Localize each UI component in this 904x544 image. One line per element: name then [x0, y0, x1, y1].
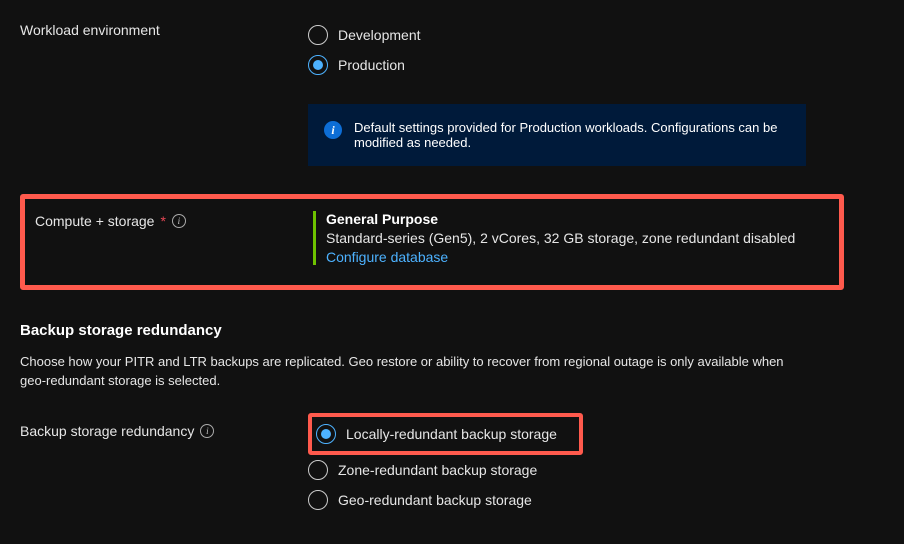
radio-circle-icon [316, 424, 336, 444]
backup-label-text: Backup storage redundancy [20, 423, 194, 439]
compute-block: General Purpose Standard-series (Gen5), … [313, 211, 799, 265]
workload-production-label: Production [338, 57, 405, 73]
workload-info-banner: i Default settings provided for Producti… [308, 104, 806, 166]
radio-circle-icon [308, 490, 328, 510]
backup-redundancy-row: Backup storage redundancy i Locally-redu… [20, 413, 904, 515]
radio-dot-icon [313, 60, 323, 70]
workload-production-radio[interactable]: Production [308, 50, 874, 80]
backup-label: Backup storage redundancy i [20, 413, 308, 439]
workload-environment-row: Workload environment Development Product… [20, 20, 904, 166]
backup-description: Choose how your PITR and LTR backups are… [20, 353, 800, 391]
compute-label-text: Compute + storage [35, 213, 154, 229]
compute-storage-highlight: Compute + storage * i General Purpose St… [20, 194, 844, 290]
workload-label: Workload environment [20, 20, 308, 38]
workload-development-radio[interactable]: Development [308, 20, 874, 50]
compute-detail: Standard-series (Gen5), 2 vCores, 32 GB … [326, 230, 799, 246]
info-icon: i [324, 121, 342, 139]
radio-dot-icon [321, 429, 331, 439]
backup-geo-label: Geo-redundant backup storage [338, 492, 532, 508]
configure-database-link[interactable]: Configure database [326, 249, 799, 265]
compute-label: Compute + storage * i [25, 211, 313, 229]
backup-geo-radio[interactable]: Geo-redundant backup storage [308, 485, 904, 515]
compute-storage-row: Compute + storage * i General Purpose St… [25, 211, 829, 265]
info-icon[interactable]: i [172, 214, 186, 228]
workload-development-label: Development [338, 27, 421, 43]
radio-circle-icon [308, 55, 328, 75]
backup-local-highlight: Locally-redundant backup storage [308, 413, 583, 455]
backup-section-title: Backup storage redundancy [20, 322, 904, 339]
radio-circle-icon [308, 460, 328, 480]
backup-local-radio[interactable]: Locally-redundant backup storage [316, 419, 557, 449]
backup-zone-radio[interactable]: Zone-redundant backup storage [308, 455, 904, 485]
info-icon[interactable]: i [200, 424, 214, 438]
workload-options: Development Production i Default setting… [308, 20, 904, 166]
backup-options: Locally-redundant backup storage Zone-re… [308, 413, 904, 515]
banner-text: Default settings provided for Production… [354, 120, 790, 150]
required-asterisk: * [160, 213, 165, 229]
compute-content: General Purpose Standard-series (Gen5), … [313, 211, 829, 265]
compute-tier-title: General Purpose [326, 211, 799, 227]
backup-local-label: Locally-redundant backup storage [346, 426, 557, 442]
radio-circle-icon [308, 25, 328, 45]
backup-zone-label: Zone-redundant backup storage [338, 462, 537, 478]
workload-label-text: Workload environment [20, 22, 160, 38]
